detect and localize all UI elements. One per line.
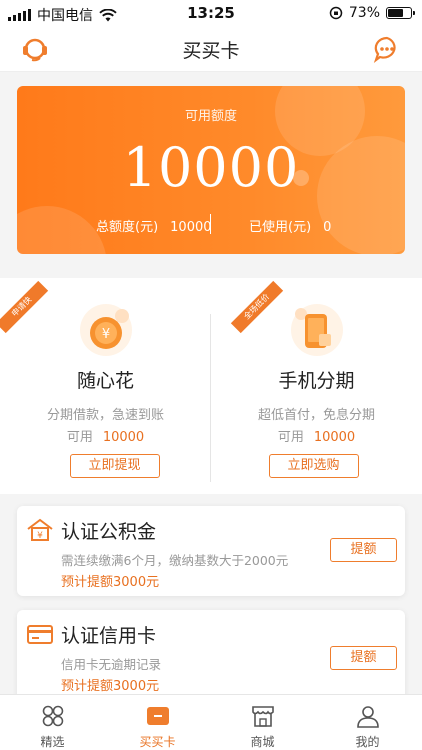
total-limit-label: 总额度(元) — [96, 220, 159, 235]
status-bar: 中国电信 13:25 73% — [0, 0, 422, 26]
product-desc: 分期借款，急速到账 — [46, 408, 164, 423]
available-value: 10000 — [102, 430, 145, 445]
product-available: 可用 10000 — [0, 426, 211, 445]
cert-estimate: 预计提额3000元 — [61, 679, 160, 694]
tab-label: 商城 — [250, 735, 275, 749]
person-icon — [356, 706, 379, 728]
yuan-coin-icon: ¥ — [79, 304, 132, 356]
cert-desc: 需连续缴满6个月，缴纳基数大于2000元 — [61, 553, 289, 568]
page-title: 买买卡 — [182, 40, 240, 62]
product-name: 手机分期 — [278, 370, 355, 392]
card-icon — [146, 707, 169, 725]
svg-text:¥: ¥ — [37, 531, 43, 541]
credit-card-icon — [27, 625, 53, 644]
tab-label: 我的 — [355, 735, 380, 749]
battery-percent: 73% — [348, 5, 380, 21]
withdraw-now-button[interactable]: 立即提现 — [69, 454, 160, 478]
chat-bubble-icon[interactable] — [372, 34, 402, 64]
grid-icon — [42, 705, 63, 727]
tab-featured[interactable]: 精选 — [0, 695, 105, 750]
divider — [210, 214, 211, 234]
cert-credit-card-card[interactable]: 认证信用卡 信用卡无逾期记录 预计提额3000元 提额 — [17, 610, 405, 700]
tab-bar: 精选 买买卡 商城 我的 — [0, 694, 422, 750]
decor-bubble — [17, 206, 107, 254]
tab-mine[interactable]: 我的 — [315, 695, 420, 750]
product-name: 随心花 — [76, 370, 134, 392]
product-available: 可用 10000 — [211, 426, 422, 445]
phone-icon — [290, 304, 343, 356]
used-value: 0 — [323, 220, 332, 235]
tab-maimaika[interactable]: 买买卡 — [105, 695, 210, 750]
available-limit-amount: 10000 — [122, 136, 300, 199]
credit-limit-card: 可用额度 10000 总额度(元) 10000 已使用(元) 0 — [17, 86, 405, 254]
tab-store[interactable]: 商城 — [210, 695, 315, 750]
total-limit-value: 10000 — [170, 220, 212, 235]
cert-estimate: 预计提额3000元 — [61, 575, 160, 590]
tab-label: 买买卡 — [139, 735, 176, 749]
ribbon-badge: 全场低价 — [230, 280, 284, 334]
orientation-lock-icon — [329, 6, 343, 20]
available-label: 可用 — [66, 430, 93, 445]
nav-bar: 买买卡 — [0, 26, 422, 72]
product-desc: 超低首付，免息分期 — [257, 408, 375, 423]
cert-title: 认证信用卡 — [61, 625, 157, 647]
buy-now-button[interactable]: 立即选购 — [268, 454, 359, 478]
ribbon-badge: 申请快 — [0, 280, 49, 334]
house-fund-icon: ¥ — [27, 518, 53, 541]
store-icon — [251, 706, 274, 727]
available-limit-label: 可用额度 — [184, 109, 237, 124]
cert-desc: 信用卡无逾期记录 — [61, 657, 162, 672]
tab-label: 精选 — [40, 735, 65, 749]
svg-text:¥: ¥ — [101, 327, 109, 342]
battery-icon — [386, 7, 415, 19]
product-panel: 申请快 ¥ 随心花 分期借款，急速到账 可用 10000 立即提现 全场低价 手机… — [0, 278, 422, 494]
available-label: 可用 — [277, 430, 304, 445]
cert-title: 认证公积金 — [61, 521, 157, 543]
cert-housing-fund-card[interactable]: ¥ 认证公积金 需连续缴满6个月，缴纳基数大于2000元 预计提额3000元 提… — [17, 506, 405, 596]
product-suixinhua: 申请快 ¥ 随心花 分期借款，急速到账 可用 10000 立即提现 — [0, 278, 211, 494]
available-value: 10000 — [313, 430, 356, 445]
raise-limit-button[interactable]: 提额 — [330, 646, 397, 670]
used-label: 已使用(元) — [249, 220, 312, 235]
raise-limit-button[interactable]: 提额 — [330, 538, 397, 562]
product-phone-installment: 全场低价 手机分期 超低首付，免息分期 可用 10000 立即选购 — [211, 278, 422, 494]
